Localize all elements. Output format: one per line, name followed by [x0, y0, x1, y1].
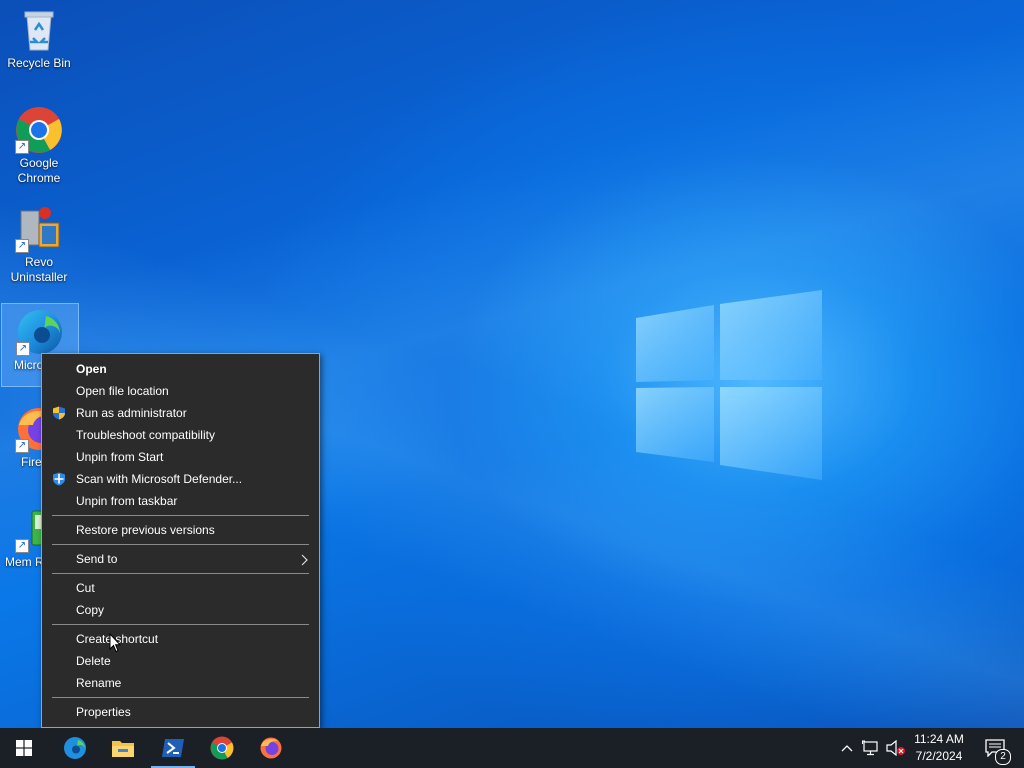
- menu-item-run-as-administrator[interactable]: Run as administrator: [42, 402, 319, 424]
- menu-item-open-file-location[interactable]: Open file location: [42, 380, 319, 402]
- edge-icon: [64, 737, 86, 759]
- taskbar-firefox-button[interactable]: [247, 728, 295, 768]
- chrome-icon: [210, 736, 234, 760]
- desktop-icon-google-chrome[interactable]: ↗ Google Chrome: [1, 106, 77, 186]
- menu-item-label: Open file location: [76, 384, 169, 398]
- show-hidden-icons-button[interactable]: [838, 728, 856, 768]
- menu-item-unpin-from-taskbar[interactable]: Unpin from taskbar: [42, 490, 319, 512]
- menu-separator: [52, 515, 309, 516]
- chevron-right-icon: [301, 548, 309, 570]
- menu-item-label: Troubleshoot compatibility: [76, 428, 215, 442]
- revo-uninstaller-icon: ↗: [15, 205, 63, 253]
- menu-item-label: Run as administrator: [76, 406, 187, 420]
- menu-item-copy[interactable]: Copy: [42, 599, 319, 621]
- menu-item-label: Unpin from taskbar: [76, 494, 178, 508]
- network-tray-button[interactable]: [860, 728, 882, 768]
- menu-item-label: Properties: [76, 705, 131, 719]
- shortcut-arrow-icon: ↗: [15, 439, 29, 453]
- menu-separator: [52, 573, 309, 574]
- chevron-up-icon: [841, 745, 853, 752]
- menu-separator: [52, 624, 309, 625]
- start-icon: [16, 740, 32, 756]
- desktop-icon-label: Recycle Bin: [7, 56, 71, 70]
- menu-item-label: Scan with Microsoft Defender...: [76, 472, 243, 486]
- menu-item-restore-previous-versions[interactable]: Restore previous versions: [42, 519, 319, 541]
- volume-muted-icon: [886, 740, 905, 756]
- action-center-button[interactable]: 2: [978, 728, 1012, 768]
- menu-item-rename[interactable]: Rename: [42, 672, 319, 694]
- menu-item-label: Rename: [76, 676, 122, 690]
- taskbar-chrome-button[interactable]: [198, 728, 246, 768]
- shortcut-arrow-icon: ↗: [16, 342, 30, 356]
- desktop-icon-label: Revo Uninstaller: [10, 255, 68, 284]
- taskbar-powershell-button[interactable]: [149, 728, 197, 768]
- menu-item-label: Send to: [76, 552, 118, 566]
- recycle-bin-icon: [15, 6, 63, 54]
- volume-tray-button[interactable]: [884, 728, 908, 768]
- clock-date: 7/2/2024: [915, 749, 963, 763]
- menu-item-label: Cut: [76, 581, 95, 595]
- windows-logo-wallpaper: [636, 290, 822, 480]
- context-menu: Open Open file location Run as administr…: [41, 353, 320, 728]
- network-icon: [862, 740, 878, 756]
- menu-item-cut[interactable]: Cut: [42, 577, 319, 599]
- menu-separator: [52, 544, 309, 545]
- file-explorer-icon: [112, 741, 134, 757]
- mouse-cursor-icon: [109, 633, 121, 653]
- menu-item-send-to[interactable]: Send to: [42, 548, 319, 570]
- notification-count-badge: 2: [995, 749, 1011, 765]
- menu-item-delete[interactable]: Delete: [42, 650, 319, 672]
- taskbar: 11:24 AM 7/2/2024 2: [0, 728, 1024, 768]
- menu-item-open[interactable]: Open: [42, 358, 319, 380]
- menu-item-create-shortcut[interactable]: Create shortcut: [42, 628, 319, 650]
- taskbar-file-explorer-button[interactable]: [99, 728, 147, 768]
- edge-icon: ↗: [16, 308, 64, 356]
- menu-item-label: Copy: [76, 603, 105, 617]
- chrome-icon: ↗: [15, 106, 63, 154]
- taskbar-edge-button[interactable]: [51, 728, 99, 768]
- desktop[interactable]: Recycle Bin ↗ Google Chrome ↗ Revo Unins…: [0, 0, 1024, 728]
- menu-item-label: Open: [76, 362, 107, 376]
- clock-time: 11:24 AM: [914, 732, 964, 746]
- desktop-icon-revo-uninstaller[interactable]: ↗ Revo Uninstaller: [1, 205, 77, 285]
- menu-item-properties[interactable]: Properties: [42, 701, 319, 723]
- menu-item-label: Unpin from Start: [76, 450, 164, 464]
- desktop-icon-label: Google Chrome: [17, 156, 61, 185]
- taskbar-clock[interactable]: 11:24 AM 7/2/2024: [906, 731, 972, 765]
- shortcut-arrow-icon: ↗: [15, 239, 29, 253]
- defender-icon: [53, 472, 65, 486]
- menu-item-label: Delete: [76, 654, 111, 668]
- shortcut-arrow-icon: ↗: [15, 539, 29, 553]
- menu-item-label: Restore previous versions: [76, 523, 215, 537]
- start-button[interactable]: [0, 728, 48, 768]
- powershell-icon: [162, 739, 184, 757]
- shortcut-arrow-icon: ↗: [15, 140, 29, 154]
- menu-item-troubleshoot-compatibility[interactable]: Troubleshoot compatibility: [42, 424, 319, 446]
- uac-shield-icon: [53, 406, 65, 420]
- menu-item-scan-with-defender[interactable]: Scan with Microsoft Defender...: [42, 468, 319, 490]
- desktop-icon-recycle-bin[interactable]: Recycle Bin: [1, 6, 77, 71]
- firefox-icon: [260, 737, 282, 759]
- menu-item-unpin-from-start[interactable]: Unpin from Start: [42, 446, 319, 468]
- menu-separator: [52, 697, 309, 698]
